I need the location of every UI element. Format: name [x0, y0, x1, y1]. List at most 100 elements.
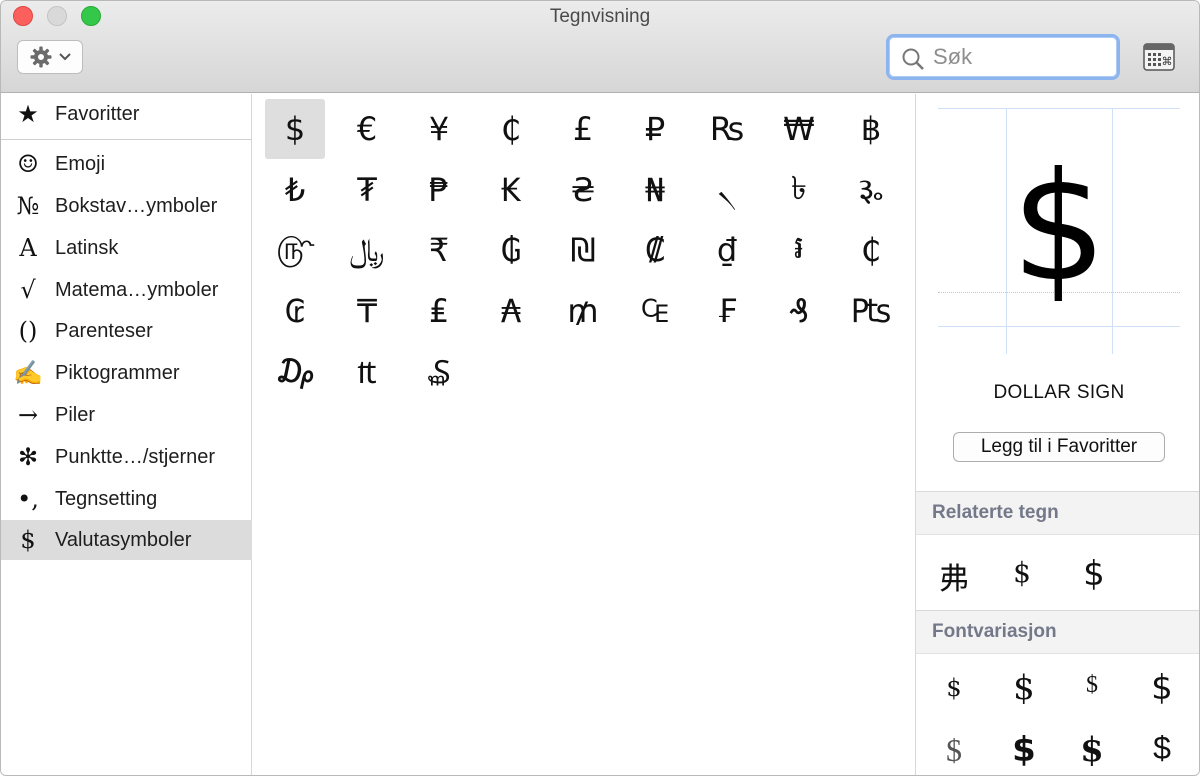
action-menu-button[interactable] [17, 40, 83, 74]
gear-icon [30, 46, 52, 68]
character-cell[interactable]: ₱ [409, 160, 469, 220]
search-input[interactable] [933, 43, 1113, 71]
character-name: DOLLAR SIGN [993, 382, 1125, 403]
character-cell[interactable]: ₦ [625, 160, 685, 220]
preview-glyph: $ [1011, 141, 1107, 315]
character-cell[interactable]: ₣ [697, 281, 757, 341]
character-cell[interactable]: ₳ [481, 281, 541, 341]
character-cell[interactable]: ₰ [769, 281, 829, 341]
character-cell[interactable]: ₥ [553, 281, 613, 341]
font-variation-char[interactable]: $ [1062, 672, 1122, 699]
character-viewer-window: Tegnvisning Søk ⌘ ★ Favoritter ☺ Emoji №… [0, 0, 1200, 776]
character-cell[interactable]: ₴ [553, 160, 613, 220]
sidebar-item-label: Favoritter [55, 102, 140, 125]
sidebar-item-label: Matema…ymboler [55, 278, 219, 301]
character-cell[interactable]: ₵ [841, 220, 901, 280]
character-cell[interactable]: ₢ [265, 281, 325, 341]
font-variation-char[interactable]: $ [1062, 730, 1122, 770]
character-cell[interactable]: ₸ [337, 281, 397, 341]
character-cell[interactable]: ₲ [481, 220, 541, 280]
sidebar-item-pictographs[interactable]: ✍ Piktogrammer [1, 353, 252, 393]
sidebar-item-label: Latinsk [55, 236, 119, 259]
add-to-favorites-button[interactable]: Legg til i Favoritter [953, 432, 1165, 462]
numero-icon: № [16, 192, 40, 220]
sidebar-item-latin[interactable]: A Latinsk [1, 228, 252, 268]
character-cell[interactable]: ₩ [769, 99, 829, 159]
square-root-icon: √ [20, 276, 36, 304]
category-sidebar: ★ Favoritter ☺ Emoji № Bokstav…ymboler A… [1, 94, 252, 775]
sidebar-item-punctuation[interactable]: •, Tegnsetting [1, 479, 252, 519]
character-cell[interactable]: ₤ [409, 281, 469, 341]
character-cell[interactable]: ฿ [841, 99, 901, 159]
character-cell[interactable]: ¥ [409, 99, 469, 159]
character-cell[interactable]: ₭ [481, 160, 541, 220]
character-cell[interactable]: ﷼ [337, 220, 397, 280]
sidebar-divider [1, 139, 252, 140]
smiley-icon: ☺ [17, 150, 39, 178]
character-cell[interactable]: € [337, 99, 397, 159]
character-grid: $ € ¥ ₵ £ ₽ ₨ ₩ ฿ ₺ ₮ ₱ ₭ ₴ ₦ ৲ ৳ ૱ ௹ ﷼ ₹ ₲ ₪ ₡ ₫ ៛ ₵ ₢ ₸ ₤ ₳ ₥ ₠ ₣ ₰ ₧ ₯ ₶ ₷ [253, 94, 915, 775]
sidebar-item-currency-symbols[interactable]: $ Valutasymboler [1, 520, 252, 560]
character-cell[interactable]: ₮ [337, 160, 397, 220]
star-icon: ★ [17, 100, 39, 128]
character-cell[interactable]: ৳ [769, 160, 829, 220]
character-cell[interactable]: ₷ [409, 341, 469, 401]
sidebar-item-favorites[interactable]: ★ Favoritter [1, 94, 252, 134]
font-variation-char[interactable]: $ [994, 668, 1054, 708]
sidebar-item-label: Parenteser [55, 319, 153, 342]
sidebar-item-label: Valutasymboler [55, 528, 192, 551]
character-cell[interactable]: ₶ [337, 341, 397, 401]
character-cell[interactable]: ₽ [625, 99, 685, 159]
character-cell[interactable]: ৲ [697, 160, 757, 220]
character-cell[interactable]: $ [265, 99, 325, 159]
sidebar-item-emoji[interactable]: ☺ Emoji [1, 144, 252, 184]
keyboard-viewer-icon: ⌘ [1143, 43, 1175, 71]
font-variation-title: Fontvariasjon [932, 621, 1057, 642]
font-variation-char[interactable]: $ [924, 732, 984, 769]
character-cell[interactable]: ₵ [481, 99, 541, 159]
character-cell[interactable]: ₧ [841, 281, 901, 341]
search-field[interactable] [886, 34, 1120, 80]
sidebar-item-parentheses[interactable]: () Parenteser [1, 311, 252, 351]
related-characters-header: Relaterte tegn [916, 491, 1199, 535]
svg-text:⌘: ⌘ [1162, 55, 1173, 68]
character-cell[interactable]: ₡ [625, 220, 685, 280]
sidebar-item-letterlike-symbols[interactable]: № Bokstav…ymboler [1, 186, 252, 226]
font-variation-char[interactable]: $ [924, 674, 984, 702]
character-cell[interactable]: ௹ [265, 220, 325, 280]
character-cell[interactable]: ₪ [553, 220, 613, 280]
arrow-right-icon: → [17, 401, 39, 429]
keyboard-viewer-button[interactable]: ⌘ [1143, 43, 1175, 71]
character-cell[interactable]: ₺ [265, 160, 325, 220]
font-variation-char[interactable]: $ [994, 730, 1054, 770]
character-cell[interactable]: ₯ [265, 341, 325, 401]
sidebar-item-bullets-stars[interactable]: ✻ Punktte…/stjerner [1, 437, 252, 477]
punctuation-icon: •, [17, 485, 39, 513]
asterisk-icon: ✻ [17, 443, 39, 471]
related-char[interactable]: $ [994, 556, 1050, 589]
character-cell[interactable]: ૱ [841, 160, 901, 220]
character-cell[interactable]: ៛ [769, 220, 829, 280]
letter-a-icon: A [19, 234, 37, 262]
character-cell[interactable]: ₠ [625, 281, 685, 341]
font-variation-char[interactable]: $ [1132, 730, 1192, 767]
font-variation-header: Fontvariasjon [916, 610, 1199, 654]
sidebar-item-label: Piler [55, 403, 96, 426]
character-cell[interactable]: ₨ [697, 99, 757, 159]
window-title: Tegnvisning [549, 6, 651, 27]
font-variation-char[interactable]: $ [1132, 668, 1192, 708]
character-cell[interactable]: ₫ [697, 220, 757, 280]
sidebar-item-label: Tegnsetting [55, 487, 158, 510]
sidebar-item-label: Emoji [55, 152, 106, 175]
sidebar-item-label: Bokstav…ymboler [55, 194, 218, 217]
writing-hand-icon: ✍ [13, 359, 43, 387]
sidebar-item-label: Punktte…/stjerner [55, 445, 216, 468]
character-cell[interactable]: £ [553, 99, 613, 159]
search-icon [902, 48, 924, 70]
sidebar-item-arrows[interactable]: → Piler [1, 395, 252, 435]
related-char[interactable]: $ [1066, 554, 1122, 594]
character-preview: $ [938, 108, 1180, 354]
sidebar-item-math-symbols[interactable]: √ Matema…ymboler [1, 270, 252, 310]
related-char[interactable]: 弗 [926, 554, 982, 598]
character-cell[interactable]: ₹ [409, 220, 469, 280]
